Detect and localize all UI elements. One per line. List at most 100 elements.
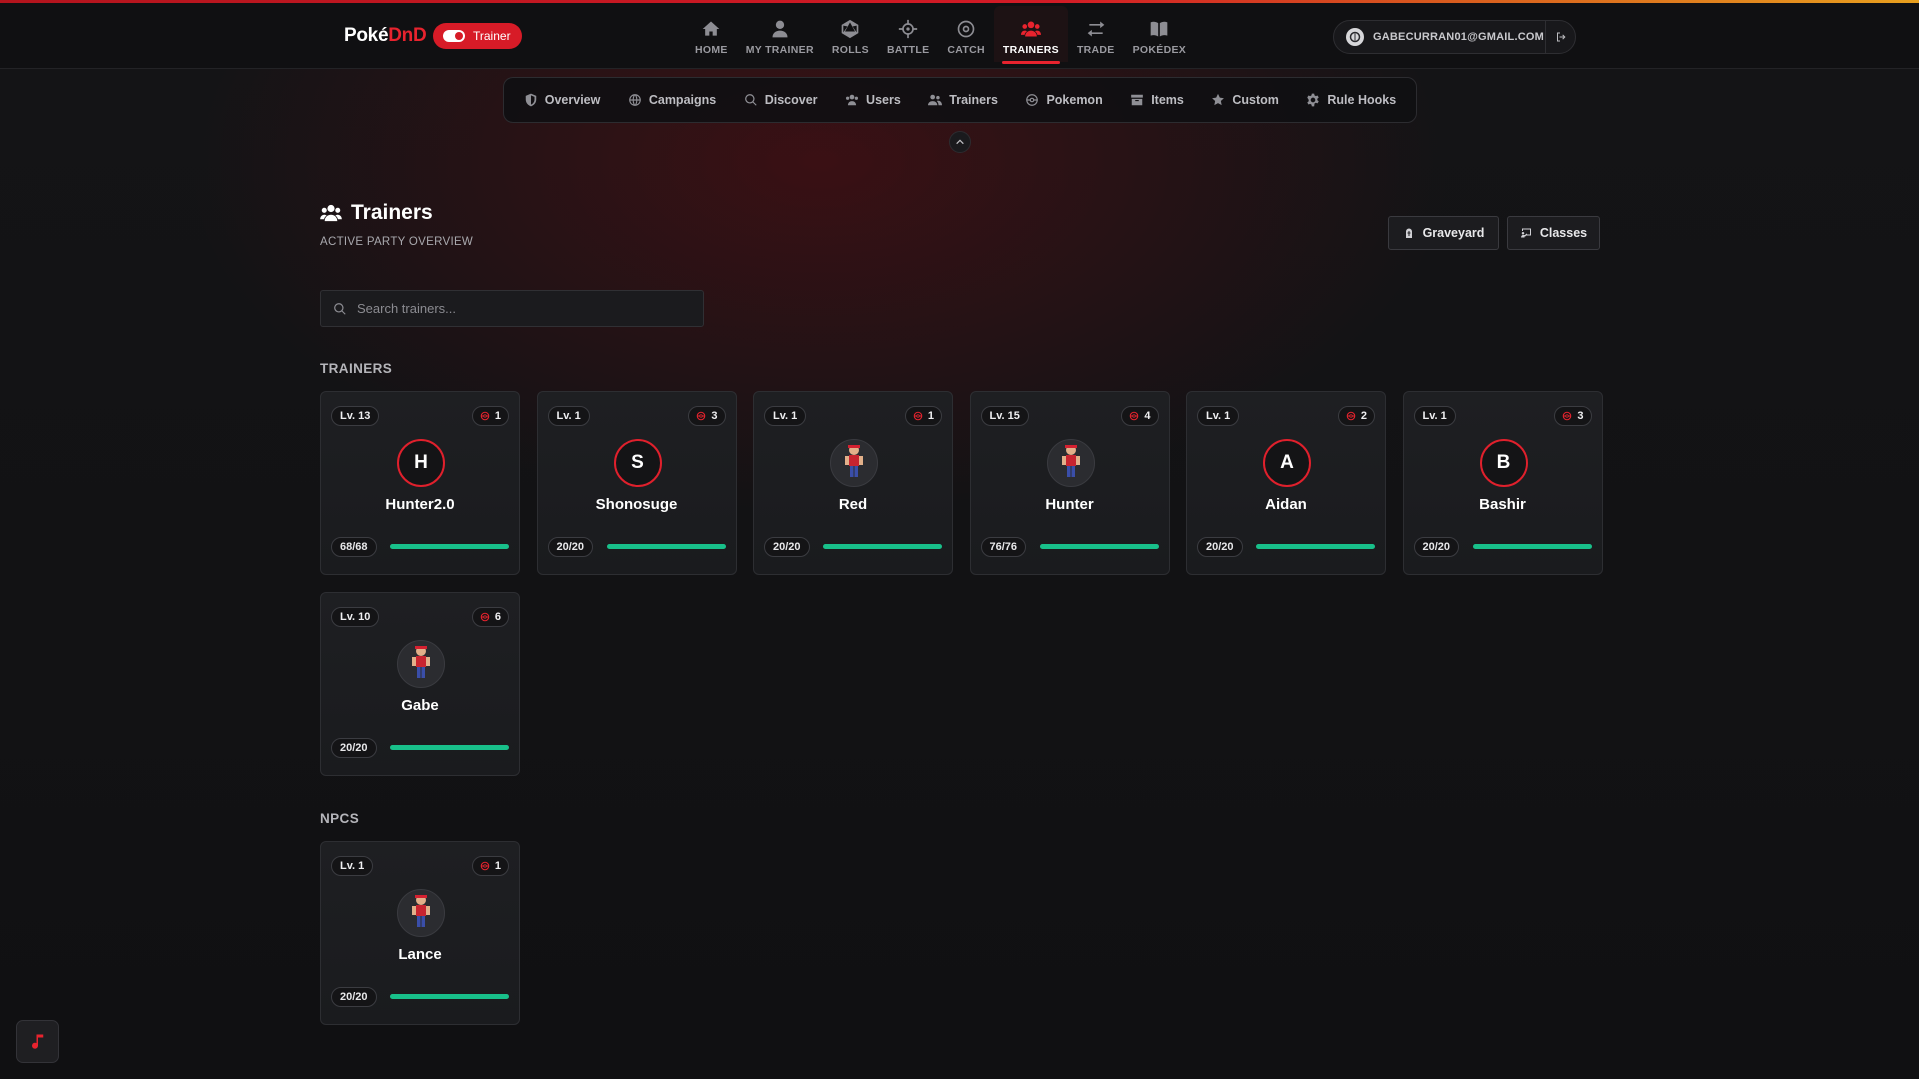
trainer-sprite-icon <box>406 892 436 935</box>
nav-my-trainer-label: MY TRAINER <box>745 44 814 56</box>
dice-icon <box>842 19 859 39</box>
pokemon-count: 1 <box>494 410 501 422</box>
trainer-avatar: A <box>1263 439 1311 487</box>
trainer-avatar: B <box>1479 439 1528 487</box>
trainer-card[interactable]: Lv. 1 2 A Aidan 20/20 <box>1186 391 1386 575</box>
subnav-campaigns[interactable]: Campaigns <box>628 93 716 107</box>
pokeball-icon <box>480 861 490 871</box>
subnav-pokemon-label: Pokemon <box>1046 93 1103 107</box>
trainer-card[interactable]: Lv. 15 4 Hunter 76/76 <box>969 391 1170 575</box>
pokeball-icon <box>697 411 706 421</box>
gear-icon <box>1307 93 1320 107</box>
trainer-name: Lance <box>398 946 442 963</box>
shield-icon <box>525 93 536 107</box>
subnav-users[interactable]: Users <box>845 93 901 107</box>
users-icon <box>846 94 859 106</box>
toggle-switch-icon <box>443 30 465 42</box>
hp-badge: 20/20 <box>1413 537 1460 557</box>
star-icon <box>1212 93 1225 106</box>
search-trainers-field[interactable] <box>320 290 704 327</box>
app-header: PokéDnD Trainer HOME MY TRAINER ROLLS BA… <box>0 3 1919 69</box>
trainer-card[interactable]: Lv. 1 1 Lance 20/20 <box>320 841 520 1025</box>
trainer-name: Bashir <box>1479 496 1526 513</box>
hp-bar-fill <box>823 544 942 549</box>
trainer-mode-toggle[interactable]: Trainer <box>433 23 522 49</box>
subnav-overview[interactable]: Overview <box>524 93 600 107</box>
subnav-items[interactable]: Items <box>1130 93 1184 107</box>
trainer-card[interactable]: Lv. 1 3 S Shonosuge 20/20 <box>536 391 737 575</box>
account-avatar-icon <box>1346 28 1364 46</box>
swap-icon <box>1087 21 1105 37</box>
trainer-sprite-avatar <box>397 640 445 688</box>
pokemon-count: 3 <box>1577 410 1584 422</box>
trainer-sprite-avatar <box>397 889 445 937</box>
trainer-card[interactable]: Lv. 1 3 B Bashir 20/20 <box>1402 391 1603 575</box>
trainer-card[interactable]: Lv. 1 1 Red 20/20 <box>753 391 953 575</box>
search-trainers-input[interactable] <box>357 301 687 316</box>
hp-bar <box>1256 544 1375 549</box>
trainer-name: Hunter2.0 <box>385 496 455 513</box>
trainer-sprite-avatar <box>830 439 878 487</box>
avatar-initial: A <box>1280 452 1294 473</box>
pokemon-count-badge: 3 <box>1554 406 1592 426</box>
trainer-avatar: H <box>397 439 445 487</box>
nav-pokedex[interactable]: POKÉDEX <box>1124 6 1195 62</box>
nav-battle-label: BATTLE <box>886 44 930 56</box>
hp-bar-fill <box>1039 544 1159 549</box>
subnav-pokemon[interactable]: Pokemon <box>1025 93 1103 107</box>
logout-icon <box>1556 32 1565 42</box>
trainer-card[interactable]: Lv. 10 6 Gabe 20/20 <box>320 592 520 776</box>
trainers-icon <box>928 94 943 106</box>
nav-home[interactable]: HOME <box>686 6 737 62</box>
subnav-custom[interactable]: Custom <box>1211 93 1279 107</box>
nav-my-trainer[interactable]: MY TRAINER <box>737 6 823 62</box>
music-toggle-button[interactable] <box>16 1020 59 1063</box>
pokemon-count-badge: 6 <box>471 607 509 627</box>
nav-trade[interactable]: TRADE <box>1068 6 1124 62</box>
trainer-card[interactable]: Lv. 13 1 H Hunter2.0 68/68 <box>320 391 520 575</box>
subnav-trainers[interactable]: Trainers <box>928 93 998 107</box>
hp-bar <box>606 544 726 549</box>
hp-bar-fill <box>390 544 509 549</box>
pokemon-count: 1 <box>927 410 934 422</box>
logout-button[interactable] <box>1545 21 1575 53</box>
pokemon-count: 4 <box>1144 410 1151 422</box>
pokeball-icon <box>1026 94 1039 106</box>
pokemon-count: 3 <box>711 410 718 422</box>
account-menu[interactable]: GABECURRAN01@GMAIL.COM <box>1333 20 1576 54</box>
person-icon <box>772 20 788 38</box>
nav-rolls[interactable]: ROLLS <box>823 6 878 62</box>
trainer-sprite-icon <box>1056 442 1086 485</box>
nav-trainers[interactable]: TRAINERS <box>993 6 1068 64</box>
subnav-campaigns-label: Campaigns <box>648 93 717 107</box>
pokeball-icon <box>480 411 490 421</box>
music-note-icon <box>31 1034 43 1049</box>
trainer-name: Red <box>838 496 868 513</box>
users-icon <box>320 204 342 222</box>
pokemon-count: 1 <box>494 860 501 872</box>
subnav-rule-hooks[interactable]: Rule Hooks <box>1306 93 1396 107</box>
trainer-sprite-icon <box>839 442 869 485</box>
chevron-up-icon <box>956 139 964 145</box>
hp-badge: 20/20 <box>1197 537 1243 557</box>
book-icon <box>1150 21 1168 37</box>
hp-badge: 76/76 <box>980 537 1027 557</box>
subnav-discover[interactable]: Discover <box>744 93 818 107</box>
pokemon-count-badge: 3 <box>688 406 726 426</box>
nav-battle[interactable]: BATTLE <box>878 6 938 62</box>
nav-catch[interactable]: CATCH <box>938 6 993 62</box>
home-icon <box>703 21 720 36</box>
pokemon-count-badge: 2 <box>1337 406 1375 426</box>
app-logo[interactable]: PokéDnD <box>344 25 427 47</box>
trainer-sprite-avatar <box>1046 439 1095 487</box>
classes-button[interactable]: Classes <box>1507 216 1600 250</box>
subnav-users-label: Users <box>866 93 901 107</box>
pokeball-icon <box>913 411 923 421</box>
globe-icon <box>629 94 641 106</box>
npcs-section-label: NPCS <box>320 811 360 826</box>
pokeball-icon <box>1130 411 1139 421</box>
users-icon <box>1020 21 1041 37</box>
graveyard-button[interactable]: Graveyard <box>1388 216 1499 250</box>
collapse-subnav-button[interactable] <box>949 131 971 153</box>
hp-badge: 68/68 <box>331 537 377 557</box>
